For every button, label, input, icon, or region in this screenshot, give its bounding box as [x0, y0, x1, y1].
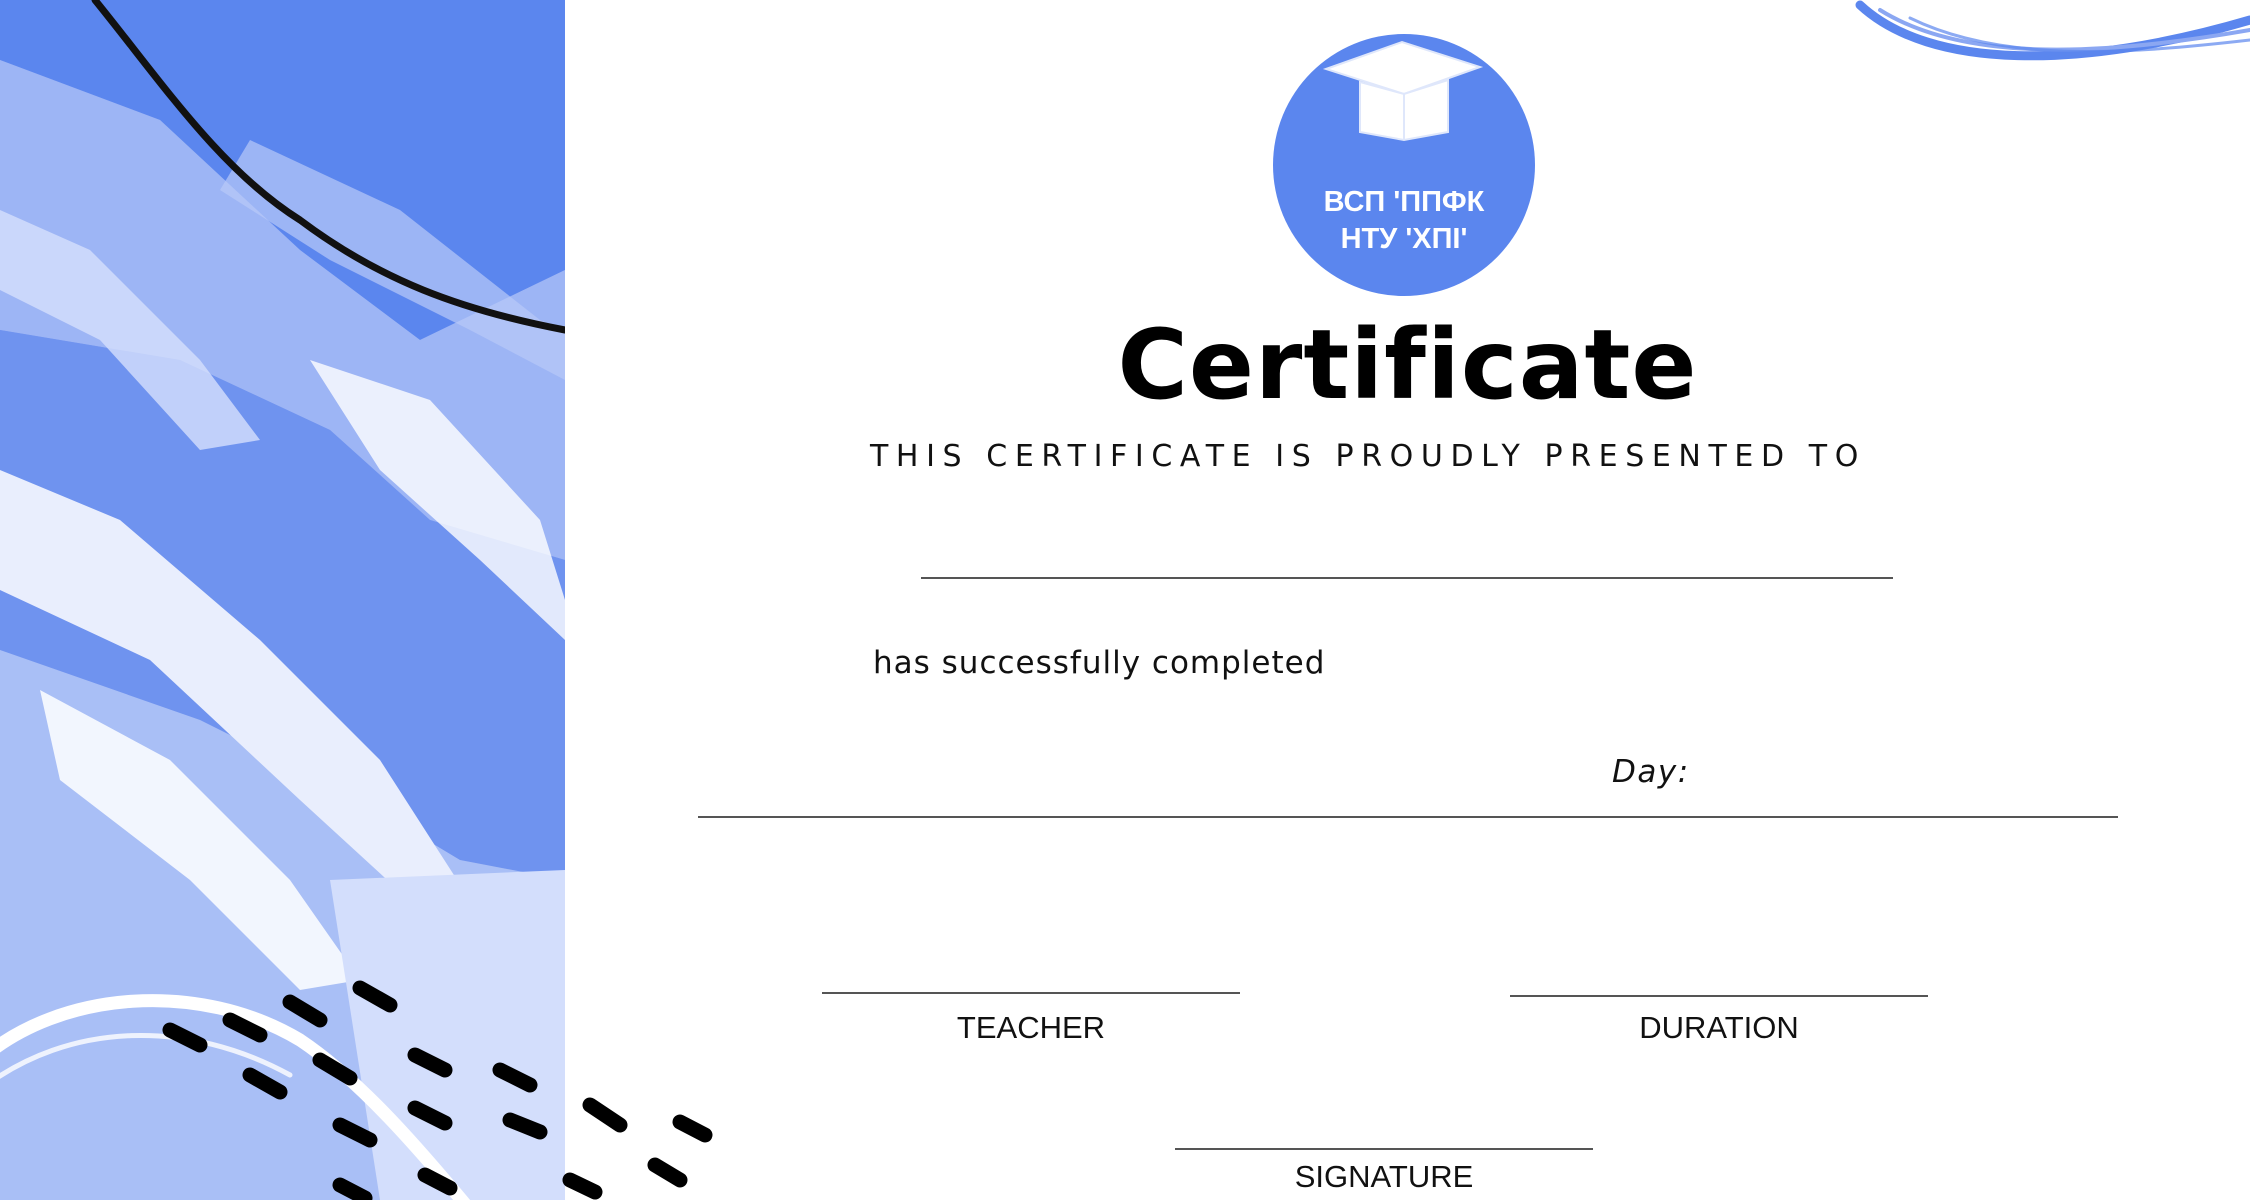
teacher-label: TEACHER [956, 1010, 1106, 1045]
emblem-text-line-2: НТУ 'ХПІ' [1340, 223, 1468, 255]
emblem-circle [1273, 34, 1535, 296]
completed-text: has successfully completed [873, 645, 1326, 681]
signature-label: SIGNATURE [1294, 1159, 1474, 1194]
recipient-name [921, 520, 1893, 560]
emblem-text-line-1: ВСП 'ППФК [1323, 186, 1485, 218]
course-and-day-line [698, 816, 2118, 818]
teacher-line [822, 992, 1240, 994]
certificate-title: Certificate [1117, 309, 1698, 421]
recipient-name-line [921, 577, 1893, 579]
emblem-text: ВСП 'ППФК НТУ 'ХПІ' [1268, 184, 1540, 258]
presented-to-text: THIS CERTIFICATE IS PROUDLY PRESENTED TO [870, 439, 1866, 474]
duration-label: DURATION [1639, 1010, 1799, 1045]
institution-emblem: ВСП 'ППФК НТУ 'ХПІ' [1268, 22, 1540, 304]
certificate-page: ВСП 'ППФК НТУ 'ХПІ' Certificate THIS CER… [0, 0, 2250, 1200]
day-label: Day: [1612, 754, 1690, 790]
duration-line [1510, 995, 1928, 997]
signature-line [1175, 1148, 1593, 1150]
dash-pattern-decoration [150, 960, 730, 1200]
top-right-swoosh-decoration [1850, 0, 2250, 90]
